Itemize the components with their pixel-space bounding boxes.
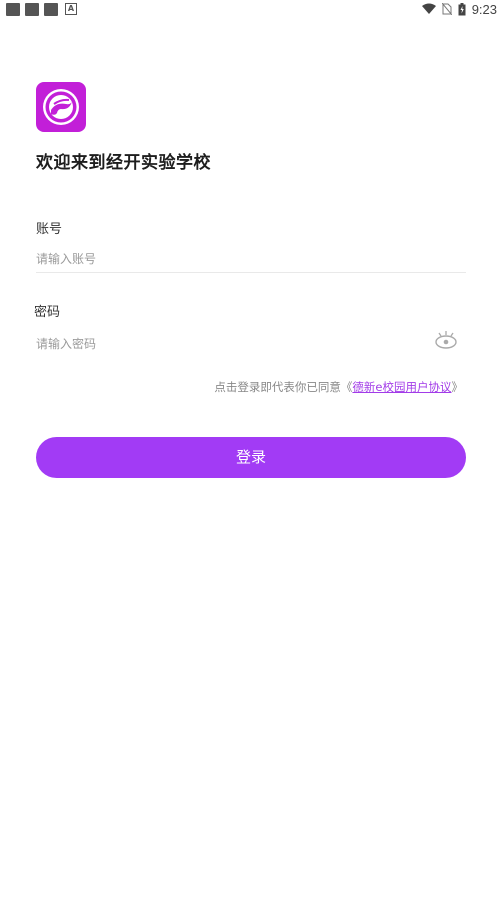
notification-icon	[25, 2, 39, 16]
battery-icon	[458, 2, 466, 15]
status-bar: A 9:23	[0, 0, 501, 18]
school-logo	[36, 82, 86, 132]
status-icons: 9:23	[421, 0, 497, 18]
agreement-prefix: 点击登录即代表你已同意	[214, 380, 341, 394]
login-button[interactable]: 登录	[36, 437, 466, 478]
password-input[interactable]	[36, 330, 426, 358]
no-sim-icon	[441, 3, 452, 15]
wifi-icon	[421, 3, 436, 14]
welcome-title: 欢迎来到经开实验学校	[36, 153, 211, 173]
notification-icon	[44, 2, 58, 16]
notification-icon	[6, 2, 20, 16]
agreement-close-quote: 》	[451, 380, 464, 394]
clock: 9:23	[471, 1, 497, 17]
agreement-text: 点击登录即代表你已同意《德新e校园用户协议》	[214, 379, 463, 395]
account-label: 账号	[36, 222, 63, 237]
password-label: 密码	[34, 305, 61, 320]
notification-a-icon: A	[65, 3, 77, 15]
show-password-eye-icon[interactable]	[434, 330, 458, 350]
user-agreement-link[interactable]: 德新e校园用户协议	[352, 380, 451, 394]
agreement-open-quote: 《	[340, 380, 353, 394]
account-input[interactable]	[36, 245, 466, 273]
